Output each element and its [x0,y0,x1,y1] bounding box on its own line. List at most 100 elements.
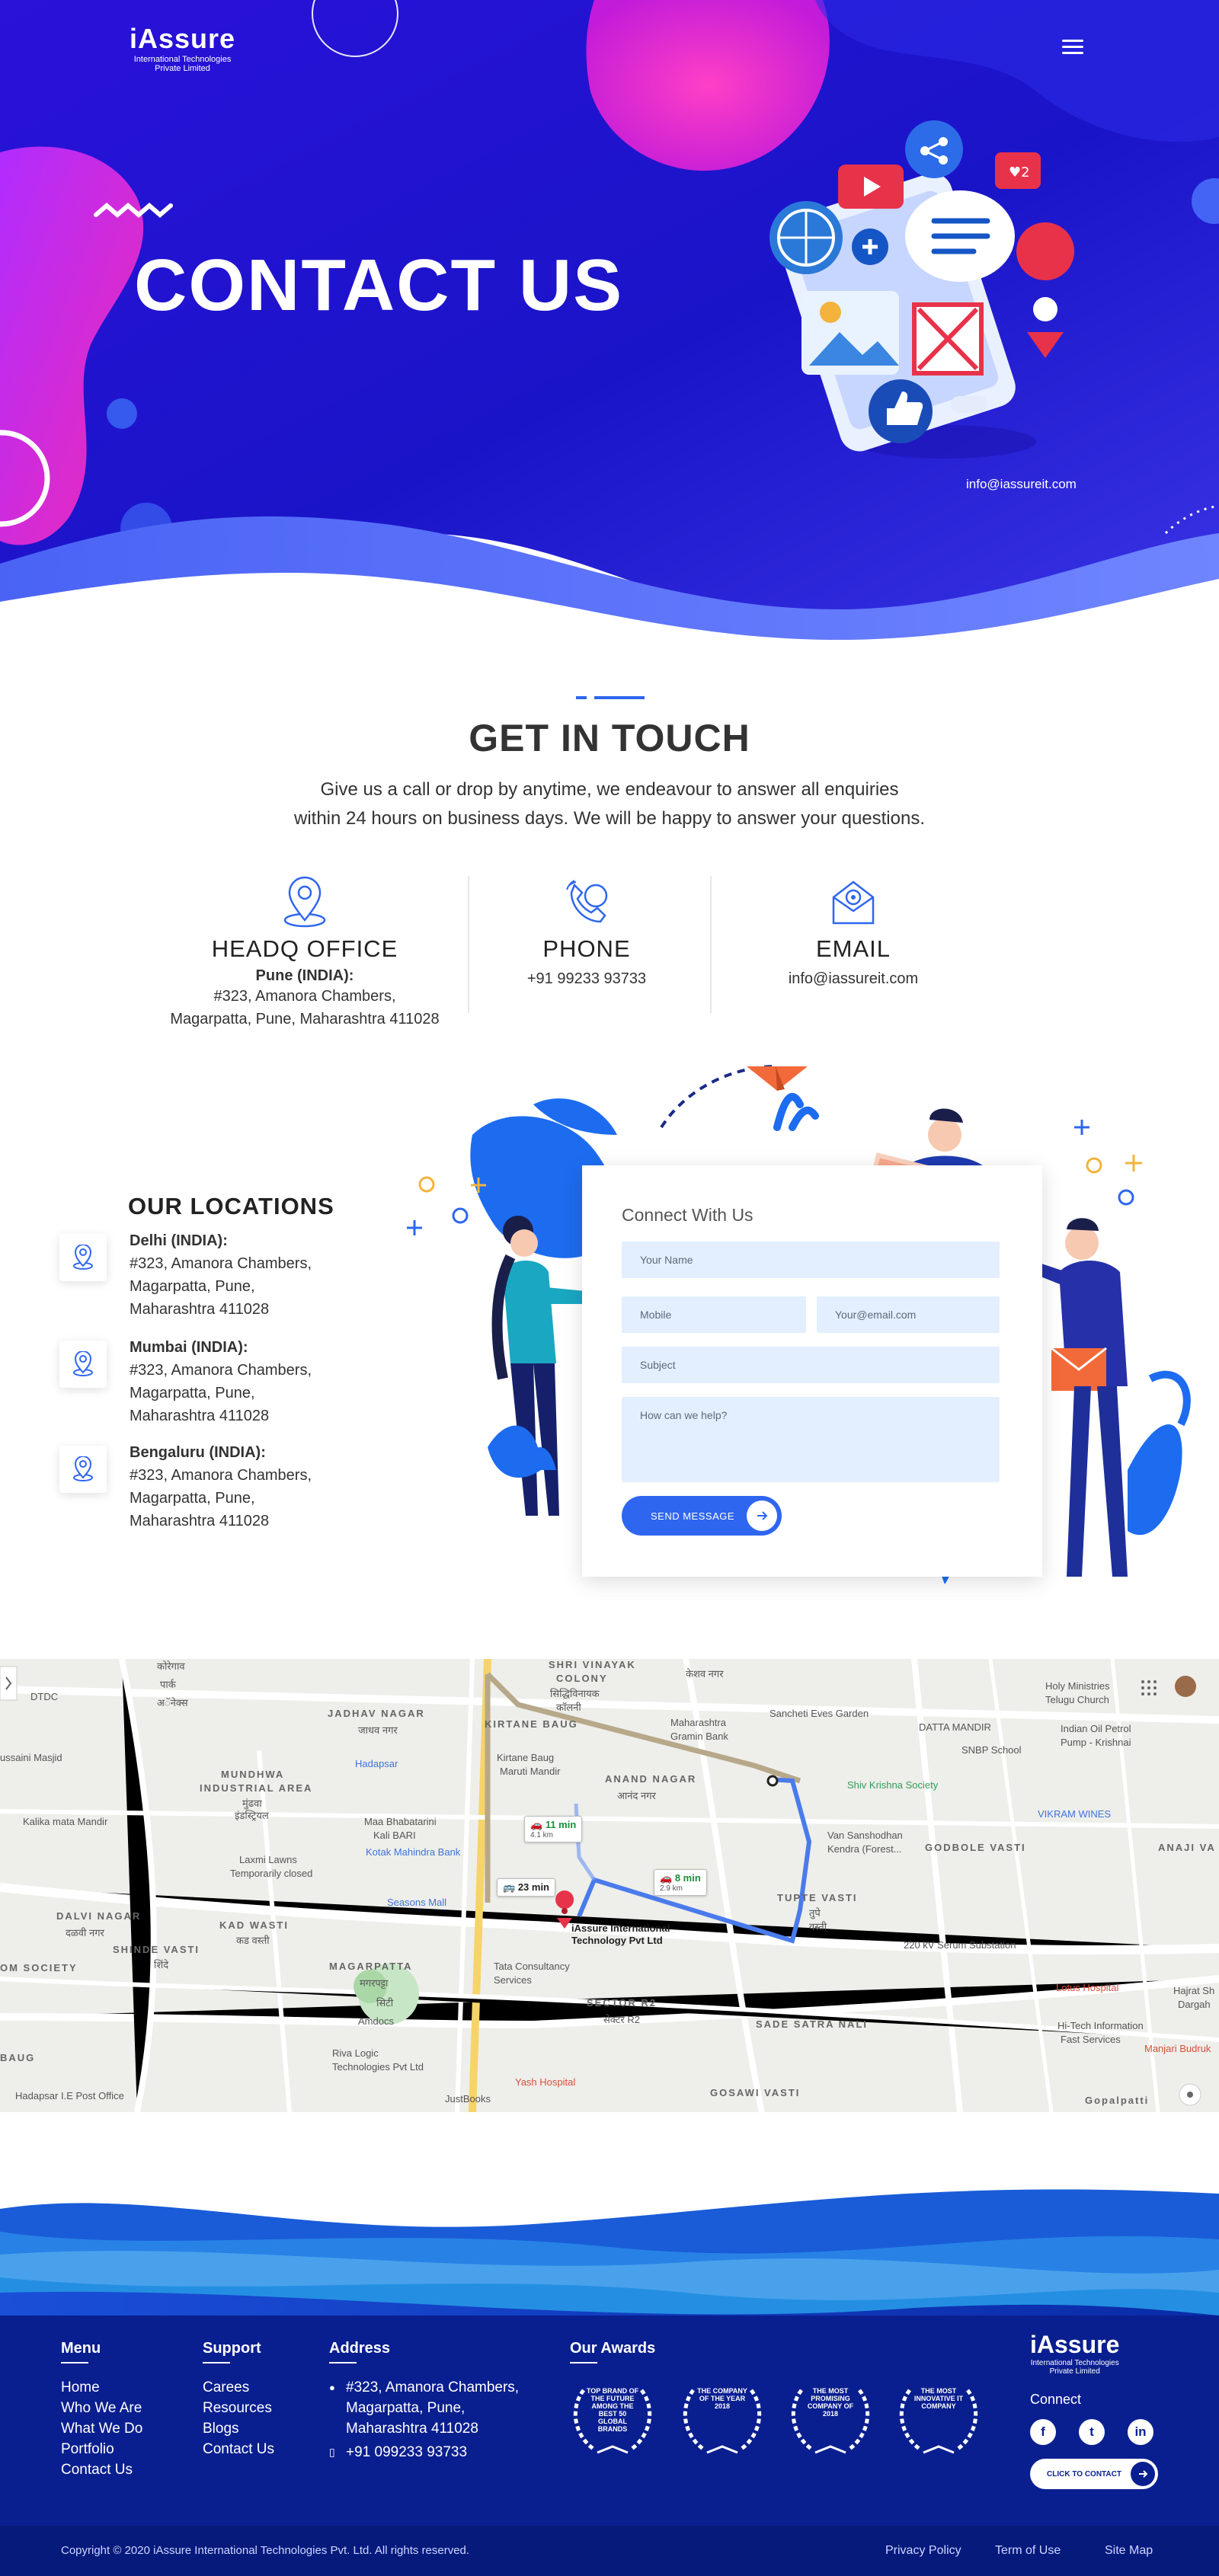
location-icon: ● [329,2382,335,2393]
map-label: ANAJI VA [1158,1842,1216,1853]
route-info-box[interactable]: 🚌 23 min [497,1878,555,1897]
footer-address-line: #323, Amanora Chambers, [346,2379,520,2395]
map-label: Hajrat Sh [1173,1985,1215,1996]
mobile-input[interactable] [622,1296,806,1333]
get-in-touch-subtitle: Give us a call or drop by anytime, we en… [229,775,990,833]
hero-email-link[interactable]: info@iassureit.com [966,477,1077,492]
map-pin-label[interactable]: Technology Pvt Ltd [571,1935,663,1946]
award-text: THE COMPANY OF THE YEAR 2018 [697,2387,747,2410]
section-accent-line [576,696,645,699]
footer-link-careers[interactable]: Carees [203,2377,274,2398]
car-icon: 🚗 [530,1819,543,1830]
award-badge: THE COMPANY OF THE YEAR 2018 [677,2383,768,2459]
hamburger-menu-icon[interactable] [1062,40,1083,56]
map-label: DATTA MANDIR [919,1721,991,1733]
footer-link-home[interactable]: Home [61,2377,142,2398]
location-pin-icon [59,1234,107,1281]
map-label: MUNDHWA [221,1769,285,1780]
map-label: आनंद नगर [617,1790,656,1801]
name-input[interactable] [622,1242,1000,1278]
map-label: COLONY [556,1673,608,1684]
email-address[interactable]: info@iassureit.com [716,967,990,990]
map-label: JustBooks [445,2093,491,2105]
map-label: वस्ती [809,1921,827,1932]
footer-link-portfolio[interactable]: Portfolio [61,2439,142,2459]
map-label: Fast Services [1061,2034,1121,2045]
location-line: Magarpatta, Pune, [130,1385,255,1401]
footer-link-contact-us[interactable]: Contact Us [203,2439,274,2459]
map-label: MAGARPATTA [329,1961,413,1972]
terms-of-use-link[interactable]: Term of Use [995,2544,1061,2558]
footer-wave-background [0,2178,1219,2576]
office-city: Pune (INDIA): [255,967,354,984]
footer-phone[interactable]: ▯ +91 099233 93733 [329,2442,558,2463]
route-info-box[interactable]: 🚗 11 min 4.1 km [524,1816,583,1843]
phone-heading: PHONE [542,935,631,962]
map-label: Amdocs [358,2015,394,2027]
route-time: 23 min [517,1881,549,1893]
location-pin-icon [59,1341,107,1388]
location-pin-icon [59,1446,107,1493]
route-info-box[interactable]: 🚗 8 min 2.9 km [654,1869,707,1896]
phone-number[interactable]: +91 99233 93733 [472,967,701,990]
map-label: कड वस्ती [236,1935,270,1946]
map-pin-label[interactable]: iAssure International [571,1922,670,1934]
footer-link-contact-us[interactable]: Contact Us [61,2459,142,2480]
award-badge: THE MOST PROMISING COMPANY OF 2018 [785,2383,876,2459]
map-label: सिटी [376,1997,394,2009]
click-to-contact-label: CLICK TO CONTACT [1047,2469,1121,2479]
map-label: मगरपट्टा [360,1977,389,1989]
map-label: Services [494,1974,532,1986]
location-line: #323, Amanora Chambers, [130,1255,312,1272]
arrow-right-icon [747,1501,777,1531]
map-label: अॅनेक्स [157,1697,188,1708]
message-textarea[interactable] [622,1397,1000,1482]
office-heading: HEADQ OFFICE [211,935,398,962]
location-city: Delhi (INDIA): [130,1232,228,1249]
map-label: 220 kV Serum Substation [904,1939,1016,1951]
map-label: Tata Consultancy [494,1961,570,1972]
linkedin-icon[interactable]: in [1128,2419,1153,2445]
route-distance: 4.1 km [530,1831,554,1839]
map-label: Temporarily closed [230,1868,313,1879]
location-map[interactable]: कोरेगाव पार्क अॅनेक्स DTDC SHRI VINAYAK … [0,1659,1219,2112]
subject-input[interactable] [622,1347,1000,1383]
site-logo[interactable]: iAssure International Technologies Priva… [130,23,235,73]
location-line: #323, Amanora Chambers, [130,1467,312,1484]
email-icon [832,881,875,925]
map-label: Hadapsar [355,1758,398,1769]
arrow-right-icon [1131,2462,1155,2486]
footer-awards-column: Our Awards [570,2340,655,2377]
map-label: SNBP School [961,1744,1022,1756]
map-label: ussaini Masjid [0,1752,62,1763]
phone-icon [566,880,608,923]
email-input[interactable] [817,1296,1000,1333]
map-label: Holy Ministries [1045,1680,1110,1692]
map-label: Telugu Church [1045,1694,1109,1705]
send-message-button[interactable]: SEND MESSAGE [622,1496,782,1536]
map-label: DALVI NAGAR [56,1910,142,1922]
map-label: Maa Bhabatarini [364,1816,437,1827]
privacy-policy-link[interactable]: Privacy Policy [885,2544,961,2558]
map-label: कॉलनी [556,1702,581,1713]
info-divider [710,876,712,1013]
footer-link-resources[interactable]: Resources [203,2398,274,2418]
footer-link-blogs[interactable]: Blogs [203,2418,274,2439]
click-to-contact-button[interactable]: CLICK TO CONTACT [1030,2459,1158,2489]
facebook-icon[interactable]: f [1030,2419,1056,2445]
connect-label: Connect [1030,2392,1082,2407]
footer-link-what-we-do[interactable]: What We Do [61,2418,142,2439]
map-label: Dargah [1178,1999,1211,2010]
twitter-icon[interactable]: t [1079,2419,1105,2445]
site-map-link[interactable]: Site Map [1105,2544,1153,2558]
footer-link-who-we-are[interactable]: Who We Are [61,2398,142,2418]
award-badge: TOP BRAND OF THE FUTURE AMONG THE BEST 5… [567,2383,658,2459]
footer-address-title: Address [329,2340,558,2363]
map-label: GODBOLE VASTI [925,1842,1026,1853]
footer-support-column: Support Carees Resources Blogs Contact U… [203,2340,274,2459]
map-label: Kirtane Baug [497,1752,555,1763]
map-label: VIKRAM WINES [1038,1808,1112,1820]
footer-logo[interactable]: iAssure International Technologies Priva… [1030,2331,1119,2376]
map-label: OM SOCIETY [0,1962,78,1974]
logo-subtitle-line1: International Technologies [133,55,232,64]
